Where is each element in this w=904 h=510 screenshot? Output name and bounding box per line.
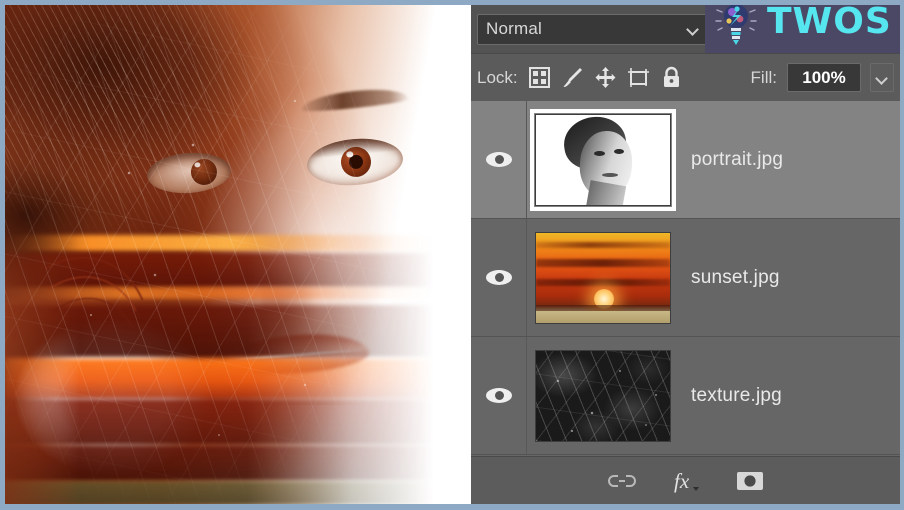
lock-transparent-pixels-icon[interactable] bbox=[528, 66, 552, 90]
layer-thumbnail-wrap-portrait bbox=[527, 101, 679, 218]
lock-artboard-nesting-icon[interactable] bbox=[627, 66, 651, 90]
layers-panel: Normal Opacity: 100% Lock: bbox=[471, 5, 900, 504]
fill-input[interactable]: 100% bbox=[787, 63, 861, 92]
blend-mode-value: Normal bbox=[486, 19, 542, 38]
eye-visible-icon bbox=[485, 152, 512, 167]
dust-specks-overlay bbox=[5, 5, 471, 504]
layer-thumbnail-wrap-sunset bbox=[527, 219, 679, 336]
svg-text:fx: fx bbox=[674, 469, 690, 493]
layer-thumbnail-wrap-texture bbox=[527, 337, 679, 454]
layer-visibility-toggle-sunset[interactable] bbox=[471, 219, 527, 336]
lock-label: Lock: bbox=[477, 67, 518, 87]
layer-thumbnail-texture[interactable] bbox=[535, 349, 671, 442]
add-layer-mask-button[interactable] bbox=[735, 468, 765, 494]
layer-row-sunset[interactable]: sunset.jpg bbox=[471, 219, 900, 337]
layer-thumbnail-portrait[interactable] bbox=[530, 108, 676, 211]
watermark-text: TWOS bbox=[767, 5, 892, 42]
chevron-down-icon bbox=[876, 74, 889, 82]
watermark-overlay: TWOS bbox=[705, 5, 900, 53]
layers-bottom-toolbar: fx bbox=[471, 456, 900, 504]
lock-all-icon[interactable] bbox=[660, 66, 684, 90]
eye-visible-icon bbox=[485, 388, 512, 403]
layer-visibility-toggle-portrait[interactable] bbox=[471, 101, 527, 218]
fill-label: Fill: bbox=[750, 67, 777, 87]
fill-stepper-button[interactable] bbox=[870, 63, 894, 92]
layer-thumbnail-sunset[interactable] bbox=[535, 231, 671, 324]
lock-position-icon[interactable] bbox=[594, 66, 618, 90]
canvas-artwork bbox=[5, 5, 471, 504]
screenshot-frame: Normal Opacity: 100% Lock: bbox=[0, 0, 904, 510]
layer-name-texture[interactable]: texture.jpg bbox=[679, 385, 782, 407]
chevron-down-icon bbox=[687, 25, 700, 33]
layer-row-portrait[interactable]: portrait.jpg bbox=[471, 101, 900, 219]
lock-row: Lock: Fill: 100% bbox=[471, 53, 900, 101]
layer-name-sunset[interactable]: sunset.jpg bbox=[679, 267, 780, 289]
lightbulb-icon bbox=[713, 5, 759, 47]
link-layers-button[interactable] bbox=[607, 468, 637, 494]
layer-name-portrait[interactable]: portrait.jpg bbox=[679, 149, 783, 171]
layer-visibility-toggle-texture[interactable] bbox=[471, 337, 527, 454]
layer-style-button[interactable]: fx bbox=[671, 468, 701, 494]
layer-list: portrait.jpg sunset.jpg texture.jpg bbox=[471, 101, 900, 456]
screenshot-inner: Normal Opacity: 100% Lock: bbox=[5, 5, 900, 504]
eye-visible-icon bbox=[485, 270, 512, 285]
lock-image-pixels-icon[interactable] bbox=[561, 66, 585, 90]
blend-mode-select[interactable]: Normal bbox=[477, 13, 709, 45]
layer-row-texture[interactable]: texture.jpg bbox=[471, 337, 900, 455]
